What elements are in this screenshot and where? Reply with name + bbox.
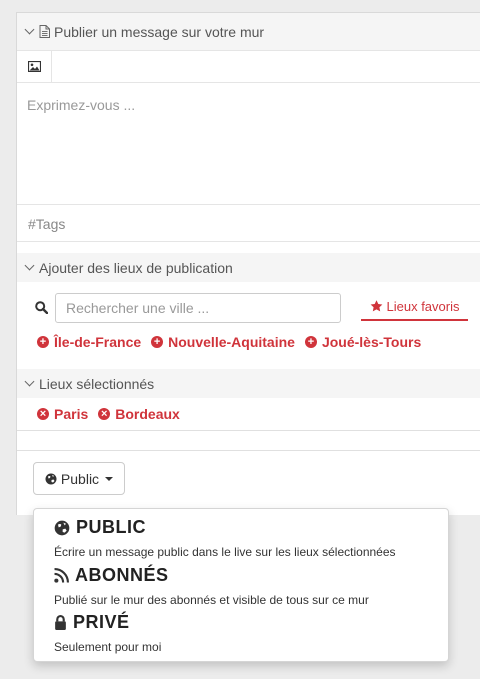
globe-icon xyxy=(54,520,70,535)
add-place-chip[interactable]: + Nouvelle-Aquitaine xyxy=(151,334,295,350)
search-icon xyxy=(35,301,48,314)
composer-toolbar xyxy=(17,51,480,83)
visibility-option-subscribers[interactable]: ABONNÉS Publié sur le mur des abonnés et… xyxy=(54,565,369,607)
place-label: Joué-lès-Tours xyxy=(321,334,422,350)
divider xyxy=(17,450,480,451)
post-composer-card: Publier un message sur votre mur Ajouter… xyxy=(16,12,480,515)
message-textarea[interactable] xyxy=(17,84,480,205)
add-place-chip[interactable]: + Île-de-France xyxy=(37,334,141,350)
rss-icon xyxy=(54,568,69,583)
chevron-down-icon xyxy=(24,260,35,271)
selected-places-header[interactable]: Lieux sélectionnés xyxy=(17,369,480,398)
composer-title: Publier un message sur votre mur xyxy=(54,23,265,40)
option-description: Seulement pour moi xyxy=(54,640,162,654)
globe-icon xyxy=(45,473,57,484)
option-title: PRIVÉ xyxy=(73,612,130,632)
add-image-button[interactable] xyxy=(17,51,52,82)
chevron-down-icon xyxy=(24,24,35,35)
place-search-row: Lieux favoris xyxy=(17,293,480,323)
image-icon xyxy=(27,61,41,72)
divider xyxy=(17,430,480,431)
plus-circle-icon: + xyxy=(151,336,164,348)
option-title: PUBLIC xyxy=(76,517,146,537)
tags-input[interactable] xyxy=(17,206,480,242)
favorites-tab-label: Lieux favoris xyxy=(386,298,460,314)
add-places-header[interactable]: Ajouter des lieux de publication xyxy=(17,253,480,282)
chevron-down-icon xyxy=(24,376,35,387)
plus-circle-icon: + xyxy=(37,336,49,348)
remove-place-chip[interactable]: × Paris xyxy=(37,406,88,422)
selected-places-list: × Paris × Bordeaux xyxy=(37,406,180,422)
composer-header: Publier un message sur votre mur xyxy=(17,13,480,51)
lock-icon xyxy=(55,615,66,630)
add-places-title: Ajouter des lieux de publication xyxy=(39,259,233,276)
remove-circle-icon: × xyxy=(37,408,49,420)
visibility-dropdown-button[interactable]: Public xyxy=(33,462,125,495)
visibility-option-private[interactable]: PRIVÉ Seulement pour moi xyxy=(54,612,161,654)
place-label: Nouvelle-Aquitaine xyxy=(168,334,295,350)
option-description: Publié sur le mur des abonnés et visible… xyxy=(54,593,369,607)
add-place-chip[interactable]: + Joué-lès-Tours xyxy=(304,334,422,350)
city-search-input[interactable] xyxy=(55,293,341,323)
selected-places-title: Lieux sélectionnés xyxy=(39,375,155,392)
visibility-label: Public xyxy=(60,470,100,487)
caret-down-icon xyxy=(105,476,114,481)
visibility-dropdown-menu: PUBLIC Écrire un message public dans le … xyxy=(33,508,449,662)
suggested-places-list: + Île-de-France + Nouvelle-Aquitaine + J… xyxy=(37,334,421,350)
option-title: ABONNÉS xyxy=(75,565,169,585)
option-description: Écrire un message public dans le live su… xyxy=(54,545,396,559)
remove-place-chip[interactable]: × Bordeaux xyxy=(98,406,180,422)
remove-circle-icon: × xyxy=(98,408,111,420)
place-label: Paris xyxy=(54,406,89,422)
document-icon xyxy=(39,25,50,38)
visibility-option-public[interactable]: PUBLIC Écrire un message public dans le … xyxy=(54,517,396,559)
plus-circle-icon: + xyxy=(304,336,317,348)
tab-favorite-places[interactable]: Lieux favoris xyxy=(361,293,468,321)
star-icon xyxy=(370,300,382,312)
place-label: Bordeaux xyxy=(115,406,180,422)
place-label: Île-de-France xyxy=(54,334,142,350)
